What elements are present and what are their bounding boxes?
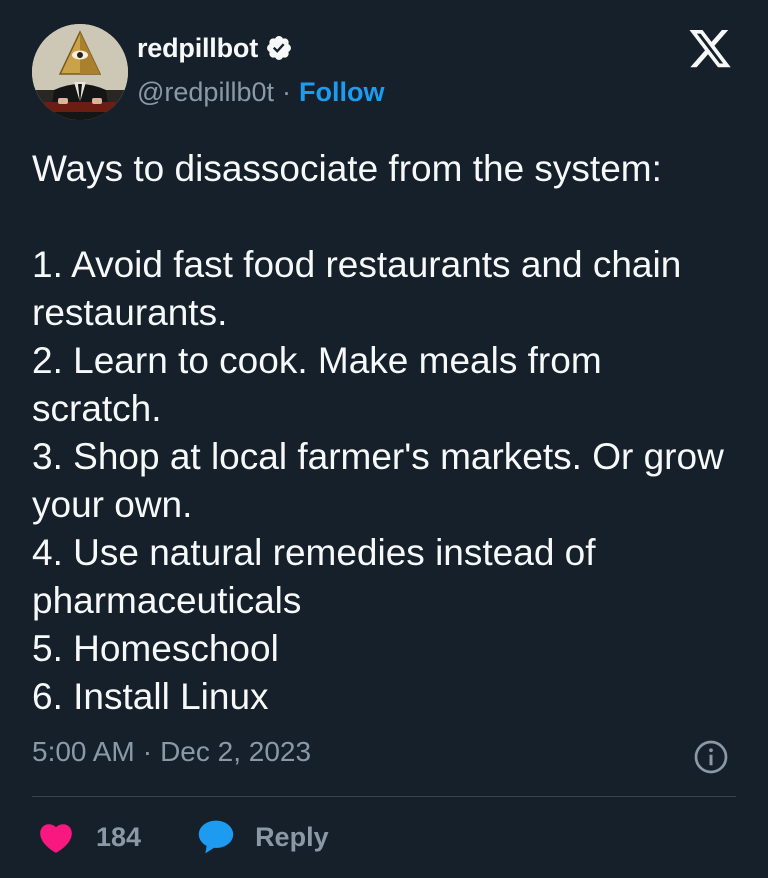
tweet-line: 1. Avoid fast food restaurants and chain… — [32, 244, 682, 333]
x-logo-icon[interactable] — [686, 30, 734, 72]
divider — [32, 796, 736, 797]
author-handle[interactable]: @redpillb0t — [137, 77, 274, 108]
heart-icon — [40, 824, 72, 853]
tweet-line: 5. Homeschool — [32, 628, 279, 669]
action-bar: 184 Reply — [38, 815, 329, 859]
tweet-line: 6. Install Linux — [32, 676, 269, 717]
follow-button[interactable]: Follow — [299, 77, 384, 108]
tweet-timestamp[interactable]: 5:00 AM · Dec 2, 2023 — [32, 736, 311, 768]
tweet-line: 2. Learn to cook. Make meals from scratc… — [32, 340, 602, 429]
avatar[interactable] — [32, 24, 128, 120]
reply-bubble-icon — [198, 820, 234, 854]
reply-label: Reply — [255, 821, 329, 852]
verified-badge-icon — [267, 36, 291, 60]
tweet-date: Dec 2, 2023 — [160, 736, 312, 767]
author-handle-row: @redpillb0t · Follow — [137, 77, 384, 108]
author-name-row: redpillbot — [137, 30, 293, 66]
reply-button[interactable]: Reply — [197, 819, 329, 855]
tweet-text: Ways to disassociate from the system: 1.… — [32, 145, 732, 721]
tweet-time: 5:00 AM — [32, 736, 135, 767]
tweet-line: 4. Use natural remedies instead of pharm… — [32, 532, 596, 621]
tweet-card: redpillbot @redpillb0t · Follow Ways to … — [0, 0, 768, 878]
separator: · — [281, 77, 291, 107]
illuminati-pyramid-avatar-icon — [32, 24, 128, 120]
tweet-line: 3. Shop at local farmer's markets. Or gr… — [32, 436, 724, 525]
separator: · — [142, 736, 153, 767]
info-icon[interactable] — [693, 739, 729, 775]
tweet-line: Ways to disassociate from the system: — [32, 148, 662, 189]
like-button[interactable]: 184 — [38, 820, 141, 854]
author-display-name[interactable]: redpillbot — [137, 33, 258, 64]
like-count: 184 — [96, 821, 142, 852]
